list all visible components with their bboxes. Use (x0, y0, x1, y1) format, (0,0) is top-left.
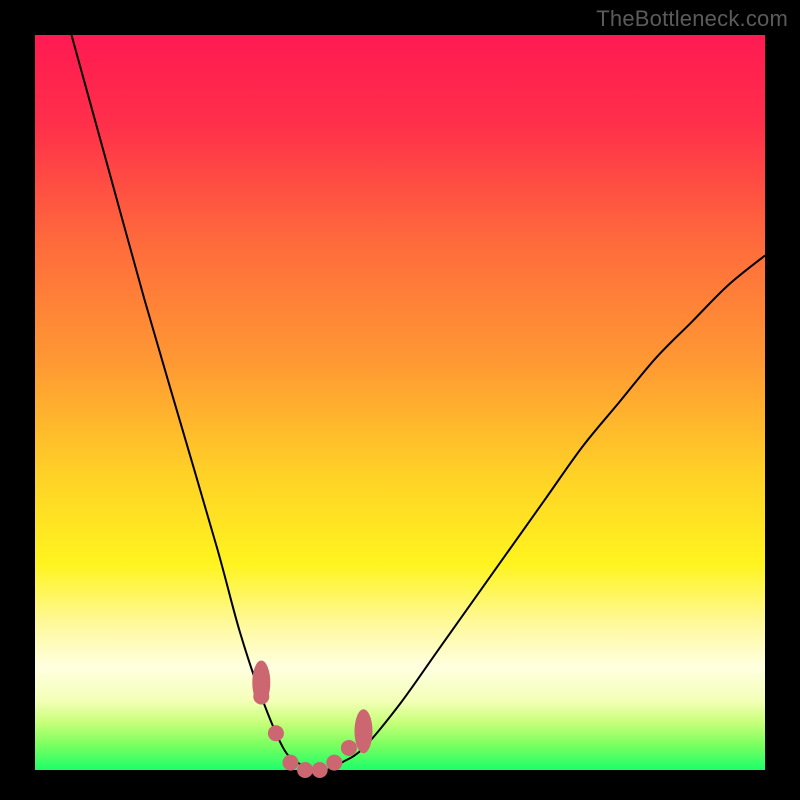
optimal-marker (326, 755, 342, 771)
plot-area (35, 35, 765, 770)
optimal-marker (297, 762, 313, 778)
optimal-marker (341, 740, 357, 756)
chart-stage: TheBottleneck.com (0, 0, 800, 800)
optimal-marker-lobe (355, 709, 373, 753)
watermark-text: TheBottleneck.com (596, 6, 788, 32)
optimal-marker (312, 762, 328, 778)
optimal-marker (283, 755, 299, 771)
optimal-marker-lobe (252, 661, 270, 705)
optimal-marker (268, 725, 284, 741)
bottleneck-chart (0, 0, 800, 800)
